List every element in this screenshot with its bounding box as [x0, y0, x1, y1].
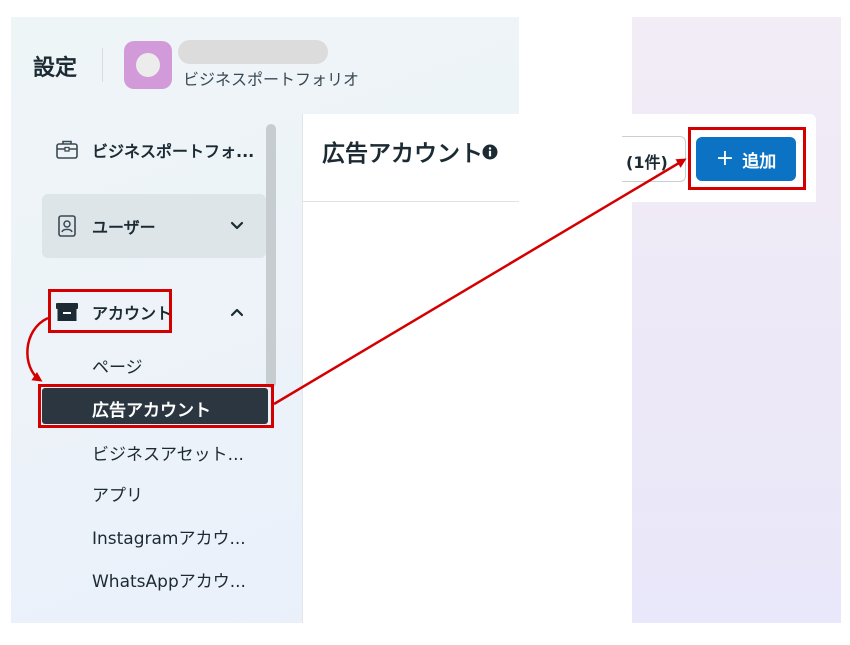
count-label: (1件): [626, 153, 668, 172]
sidebar-subitem-whatsapp[interactable]: WhatsAppアカウ...: [92, 567, 246, 592]
highlight-accounts: [48, 289, 172, 333]
sidebar-item-label: ユーザー: [92, 218, 156, 237]
sidebar-subitem-apps[interactable]: アプリ: [92, 481, 143, 506]
portfolio-label: ビジネスポートフォリオ: [183, 70, 360, 89]
id-badge-icon: [58, 215, 76, 237]
info-icon[interactable]: [482, 144, 498, 160]
avatar[interactable]: [124, 41, 172, 89]
avatar-dot: [136, 53, 160, 77]
chevron-up-icon[interactable]: [226, 301, 248, 323]
sidebar-scrollbar[interactable]: [266, 124, 276, 388]
sidebar-item-users[interactable]: ユーザー: [42, 194, 266, 258]
page-title: 設定: [33, 56, 78, 81]
right-background: [632, 17, 841, 623]
sidebar-subitem-business-assets[interactable]: ビジネスアセット...: [92, 440, 244, 465]
main-title: 広告アカウント: [322, 141, 483, 167]
briefcase-icon: [56, 140, 78, 159]
sidebar-subitem-pages[interactable]: ページ: [92, 353, 143, 378]
highlight-add-button: [688, 127, 806, 190]
header-divider: [102, 48, 103, 82]
count-chip[interactable]: (1件): [622, 136, 686, 182]
sidebar-subitem-instagram[interactable]: Instagramアカウ...: [92, 524, 246, 549]
chevron-down-icon[interactable]: [226, 215, 248, 237]
main-panel: [302, 114, 519, 623]
portfolio-name-redacted: [178, 40, 328, 64]
sidebar-item-business-portfolio[interactable]: ビジネスポートフォ...: [42, 118, 266, 182]
sidebar-item-label: ビジネスポートフォ...: [92, 142, 255, 161]
main-header-divider: [302, 201, 519, 202]
highlight-ad-accounts: [38, 384, 274, 428]
